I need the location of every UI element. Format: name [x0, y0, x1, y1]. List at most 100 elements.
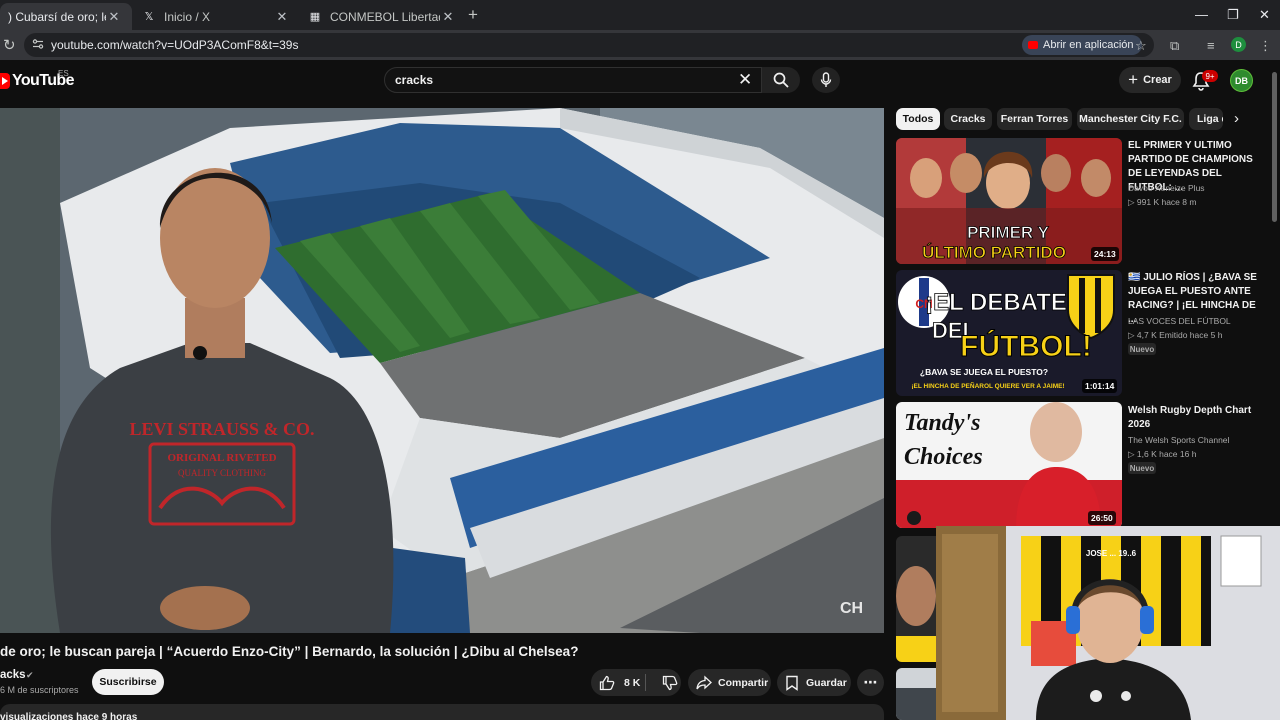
thumbnail-image: PRIMER Y ÚLTIMO PARTIDO — [896, 138, 1122, 264]
new-badge: Nuevo — [1128, 462, 1156, 474]
thumbnail-text: ¿BAVA SE JUEGA EL PUESTO? — [920, 367, 1048, 377]
create-label: Crear — [1143, 74, 1172, 86]
browser-profile-avatar[interactable]: D — [1231, 37, 1246, 52]
chip-ferran-torres[interactable]: Ferran Torres — [997, 108, 1072, 130]
url-text: youtube.com/watch?v=UOdP3AComF8&t=39s — [51, 38, 299, 52]
video-player[interactable]: LEVI STRAUSS & CO. ORIGINAL RIVETED QUAL… — [0, 108, 884, 633]
region-code: ES — [58, 69, 69, 78]
share-label: Compartir — [718, 676, 769, 689]
recommendation-thumbnail[interactable]: Tandy's Choices 26:50 — [896, 402, 1122, 528]
verified-icon: ✔ — [26, 670, 34, 680]
thumbs-up-icon — [599, 675, 615, 690]
reading-list-icon[interactable]: ≡ — [1207, 38, 1215, 53]
tab-title: CONMEBOL Libertadores - Tabl — [330, 9, 440, 24]
thumbnail-text: ¡EL DEBATE — [925, 289, 1067, 316]
browser-tab-strip: ) Cubarsí de oro; le buscan p ✕ 𝕏 Inicio… — [0, 0, 1280, 30]
video-duration: 26:50 — [1088, 511, 1116, 525]
shirt-logo-text: LEVI STRAUSS & CO. — [129, 419, 314, 439]
browser-toolbar: ↻ youtube.com/watch?v=UOdP3AComF8&t=39s … — [0, 30, 1280, 60]
share-icon — [696, 675, 712, 689]
thumbnail-text: FÚTBOL! — [960, 329, 1092, 363]
bookmark-icon — [786, 675, 798, 691]
recommendation-title[interactable]: Welsh Rugby Depth Chart 2026 — [1128, 404, 1260, 432]
save-label: Guardar — [806, 676, 847, 689]
account-avatar[interactable]: DB — [1230, 69, 1253, 92]
video-frame: LEVI STRAUSS & CO. ORIGINAL RIVETED QUAL… — [0, 108, 884, 633]
thumbnail-text: ÚLTIMO PARTIDO — [922, 243, 1066, 262]
video-duration: 1:01:14 — [1082, 379, 1118, 393]
like-dislike-divider — [645, 674, 646, 691]
video-title: de oro; le buscan pareja | “Acuerdo Enzo… — [0, 644, 579, 659]
video-watermark: CH — [840, 600, 863, 617]
plus-icon: + — [1128, 70, 1139, 89]
youtube-icon — [1028, 41, 1038, 49]
new-tab-button[interactable]: + — [468, 5, 478, 25]
recommendation-channel[interactable]: The Welsh Sports Channel — [1128, 435, 1229, 445]
more-actions-icon[interactable]: ⋯ — [857, 669, 884, 696]
tab-title: Inicio / X — [164, 9, 211, 24]
chip-manchester-city[interactable]: Manchester City F.C. — [1077, 108, 1184, 130]
thumbnail-image: Tandy's Choices — [896, 402, 1122, 528]
like-button[interactable]: 8 K — [591, 669, 681, 696]
tab-title: ) Cubarsí de oro; le buscan p — [8, 9, 106, 24]
view-stats: visualizaciones hace 9 horas — [0, 712, 138, 720]
save-button[interactable]: Guardar — [777, 669, 851, 696]
bookmark-star-icon[interactable]: ☆ — [1135, 38, 1147, 54]
chip-liga[interactable]: Liga de — [1189, 108, 1223, 130]
chip-cracks[interactable]: Cracks — [944, 108, 992, 130]
streamer-webcam-overlay: JOSE ... 19..6 — [936, 526, 1280, 720]
recommendation-meta: ▷ 1,6 K hace 16 h — [1128, 449, 1197, 459]
close-window-icon[interactable]: ✕ — [1259, 7, 1270, 23]
site-settings-icon[interactable] — [32, 38, 44, 50]
thumbnail-text: ¡EL HINCHA DE PEÑAROL QUIERE VER A JAIME… — [911, 381, 1064, 390]
recommendation-meta: ▷ 4,7 K Emitido hace 5 h — [1128, 330, 1223, 340]
reload-icon[interactable]: ↻ — [3, 36, 16, 54]
search-icon — [773, 72, 789, 88]
recommendation-channel[interactable]: Davoo Xeneize Plus — [1128, 183, 1205, 193]
share-button[interactable]: Compartir — [688, 669, 771, 696]
open-in-app-label: Abrir en aplicación — [1043, 39, 1134, 51]
thumbnail-text: PRIMER Y — [967, 223, 1050, 242]
microphone-icon — [820, 72, 832, 87]
tab-close-icon[interactable]: ✕ — [274, 9, 290, 25]
browser-tab-x[interactable]: 𝕏 Inicio / X ✕ — [134, 3, 300, 30]
create-button[interactable]: + Crear — [1119, 67, 1181, 93]
search-button[interactable] — [762, 67, 800, 93]
search-input[interactable] — [384, 67, 762, 93]
extensions-icon[interactable]: ⧉ — [1170, 38, 1179, 54]
browser-tab-youtube[interactable]: ) Cubarsí de oro; le buscan p ✕ — [0, 3, 132, 30]
open-in-app-button[interactable]: Abrir en aplicación — [1022, 35, 1142, 55]
recommendation-thumbnail[interactable]: PRIMER Y ÚLTIMO PARTIDO 24:13 — [896, 138, 1122, 264]
thumbs-down-icon[interactable] — [662, 675, 678, 691]
flag-text: JOSE ... 19..6 — [1086, 549, 1137, 558]
restore-icon[interactable]: ❐ — [1227, 7, 1239, 23]
shirt-logo-subtext-2: QUALITY CLOTHING — [178, 468, 266, 478]
sidebar-scrollbar[interactable] — [1272, 72, 1277, 222]
chip-all[interactable]: Todos — [896, 108, 940, 130]
chevron-right-icon[interactable]: › — [1234, 110, 1239, 127]
clear-search-icon[interactable]: ✕ — [738, 70, 752, 90]
x-icon: 𝕏 — [144, 11, 154, 23]
browser-tab-conmebol[interactable]: ▦ CONMEBOL Libertadores - Tabl ✕ — [300, 3, 466, 30]
browser-menu-icon[interactable]: ⋮ — [1259, 38, 1272, 54]
thumbnail-text: Tandy's — [904, 410, 980, 436]
subscribe-button[interactable]: Suscribirse — [92, 669, 164, 695]
tab-close-icon[interactable]: ✕ — [106, 9, 122, 25]
thumbnail-image: CN ¡EL DEBATE DEL FÚTBOL! ¿BAVA SE JUEGA… — [896, 270, 1122, 396]
tab-close-icon[interactable]: ✕ — [440, 9, 456, 25]
conmebol-icon: ▦ — [309, 11, 321, 23]
new-badge: Nuevo — [1128, 343, 1156, 355]
channel-name[interactable]: acks — [0, 669, 26, 681]
minimize-icon[interactable]: — — [1195, 7, 1208, 22]
voice-search-button[interactable] — [812, 67, 840, 93]
like-count: 8 K — [624, 676, 641, 689]
recommendation-channel[interactable]: LAS VOCES DEL FÚTBOL — [1128, 316, 1231, 326]
video-duration: 24:13 — [1091, 247, 1119, 261]
subscriber-count: 6 M de suscriptores — [0, 685, 79, 695]
youtube-play-icon — [0, 73, 10, 89]
recommendation-thumbnail[interactable]: CN ¡EL DEBATE DEL FÚTBOL! ¿BAVA SE JUEGA… — [896, 270, 1122, 396]
shirt-logo-subtext: ORIGINAL RIVETED — [167, 452, 276, 464]
recommendation-meta: ▷ 991 K hace 8 m — [1128, 197, 1197, 207]
thumbnail-text: Choices — [904, 444, 983, 470]
notification-count-badge: 9+ — [1202, 70, 1218, 82]
